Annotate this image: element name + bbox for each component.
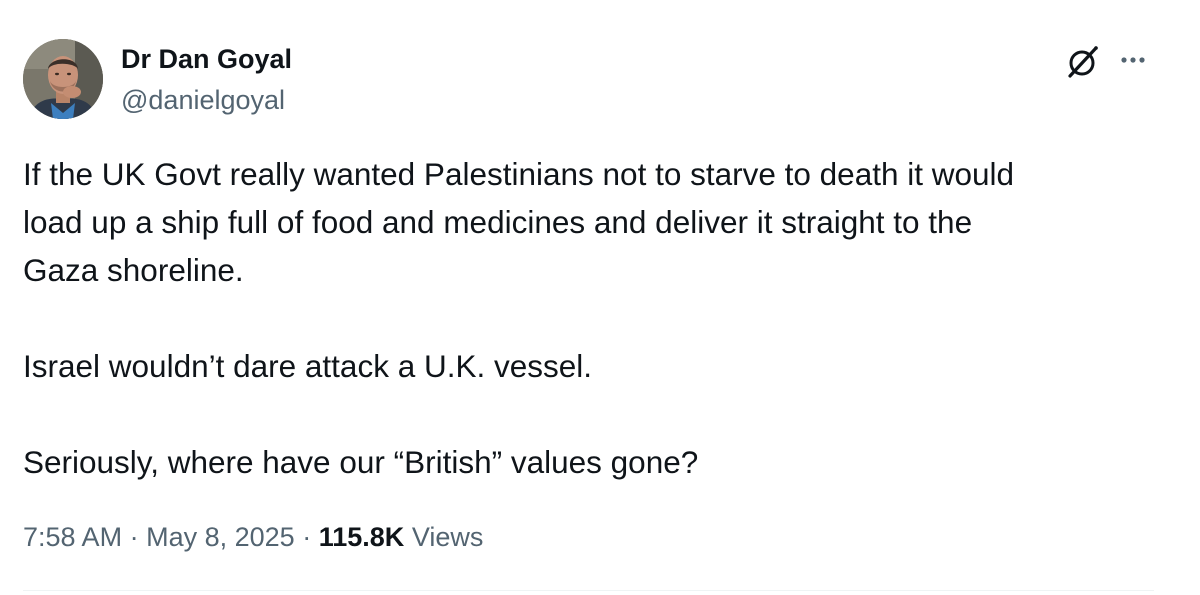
tweet-text: If the UK Govt really wanted Palestinian… <box>23 150 1173 486</box>
tweet-paragraph: If the UK Govt really wanted Palestinian… <box>23 156 1015 288</box>
meta-separator: · <box>129 522 139 552</box>
author-name[interactable]: Dr Dan Goyal <box>121 42 292 76</box>
avatar[interactable] <box>23 39 103 119</box>
tweet-time[interactable]: 7:58 AM <box>23 522 122 552</box>
views-count[interactable]: 115.8K <box>319 522 405 552</box>
grok-button[interactable] <box>1063 42 1103 82</box>
grok-icon <box>1068 46 1098 78</box>
meta-separator: · <box>302 522 312 552</box>
tweet-paragraph: Israel wouldn’t dare attack a U.K. vesse… <box>23 348 593 384</box>
more-options-button[interactable] <box>1113 44 1153 80</box>
divider <box>23 590 1154 591</box>
avatar-image <box>23 39 103 119</box>
tweet-card: Dr Dan Goyal @danielgoyal If the UK Govt… <box>0 0 1200 595</box>
tweet-metadata: 7:58 AM · May 8, 2025 · 115.8K Views <box>23 519 483 555</box>
tweet-paragraph: Seriously, where have our “British” valu… <box>23 444 699 480</box>
tweet-date[interactable]: May 8, 2025 <box>146 522 295 552</box>
views-label: Views <box>411 522 484 552</box>
more-horizontal-icon <box>1121 57 1145 63</box>
author-handle[interactable]: @danielgoyal <box>121 83 285 117</box>
